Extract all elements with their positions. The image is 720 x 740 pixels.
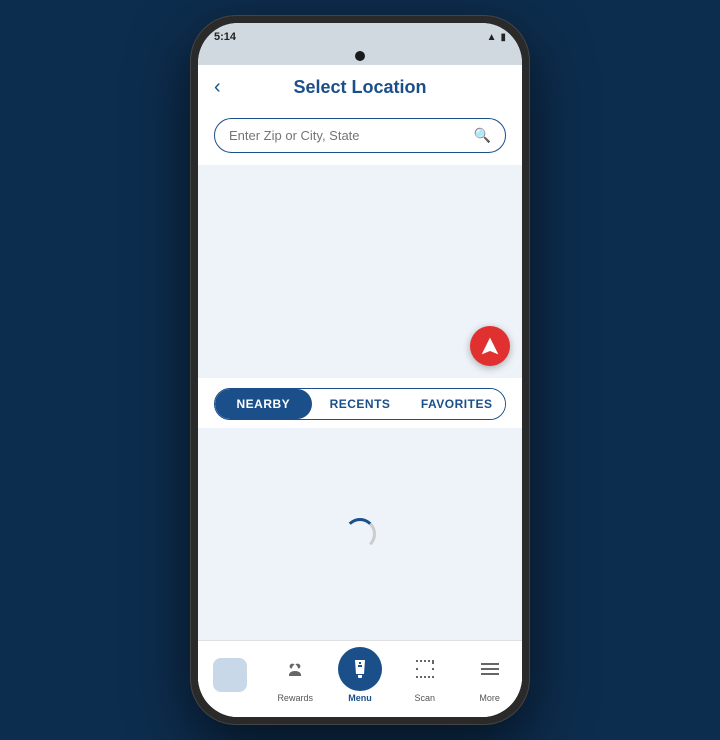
screen-content: ‹ Select Location 🔍 xyxy=(198,65,522,717)
tab-nearby[interactable]: NEARBY xyxy=(215,389,312,419)
camera-area xyxy=(198,51,522,65)
more-label: More xyxy=(479,693,500,703)
status-time: 5:14 xyxy=(214,31,236,43)
scan-icon xyxy=(413,657,437,681)
tab-recents[interactable]: RECENTS xyxy=(312,389,409,419)
search-bar[interactable]: 🔍 xyxy=(214,118,506,153)
more-icon-wrap xyxy=(468,647,512,691)
menu-cup-icon xyxy=(348,657,372,681)
search-icon: 🔍 xyxy=(474,127,491,144)
camera-dot xyxy=(355,51,365,61)
menu-label: Menu xyxy=(348,693,372,703)
nav-item-menu[interactable]: Menu xyxy=(328,647,393,703)
tab-favorites[interactable]: FAVORITES xyxy=(408,389,505,419)
nav-item-more[interactable]: More xyxy=(457,647,522,703)
location-fab-button[interactable] xyxy=(470,326,510,366)
phone-screen: 5:14 ▲ ▮ ‹ Select Location 🔍 xyxy=(198,23,522,717)
loading-area xyxy=(198,428,522,641)
battery-icon: ▮ xyxy=(500,32,506,43)
home-icon xyxy=(213,658,247,692)
page-header: ‹ Select Location xyxy=(198,65,522,110)
back-button[interactable]: ‹ xyxy=(214,76,221,99)
search-input[interactable] xyxy=(229,128,474,143)
page-title: Select Location xyxy=(293,77,426,98)
rewards-icon-wrap xyxy=(273,647,317,691)
status-icons: ▲ ▮ xyxy=(487,32,506,43)
nav-item-rewards[interactable]: Rewards xyxy=(263,647,328,703)
nav-item-scan[interactable]: Scan xyxy=(392,647,457,703)
rewards-icon xyxy=(283,657,307,681)
bottom-navigation: Rewards Menu xyxy=(198,640,522,717)
phone-frame: 5:14 ▲ ▮ ‹ Select Location 🔍 xyxy=(190,15,530,725)
loading-spinner xyxy=(344,518,376,550)
status-bar: 5:14 ▲ ▮ xyxy=(198,23,522,51)
scan-icon-wrap xyxy=(403,647,447,691)
wifi-icon: ▲ xyxy=(487,32,497,43)
home-icon-wrap xyxy=(208,653,252,697)
location-arrow-icon xyxy=(480,336,500,356)
more-icon xyxy=(478,657,502,681)
tabs-container: NEARBY RECENTS FAVORITES xyxy=(214,388,506,420)
menu-icon-wrap xyxy=(338,647,382,691)
map-area xyxy=(198,165,522,378)
search-container: 🔍 xyxy=(198,110,522,165)
rewards-label: Rewards xyxy=(277,693,313,703)
scan-label: Scan xyxy=(415,693,436,703)
location-tabs-bar: NEARBY RECENTS FAVORITES xyxy=(198,378,522,428)
nav-item-home[interactable] xyxy=(198,653,263,697)
